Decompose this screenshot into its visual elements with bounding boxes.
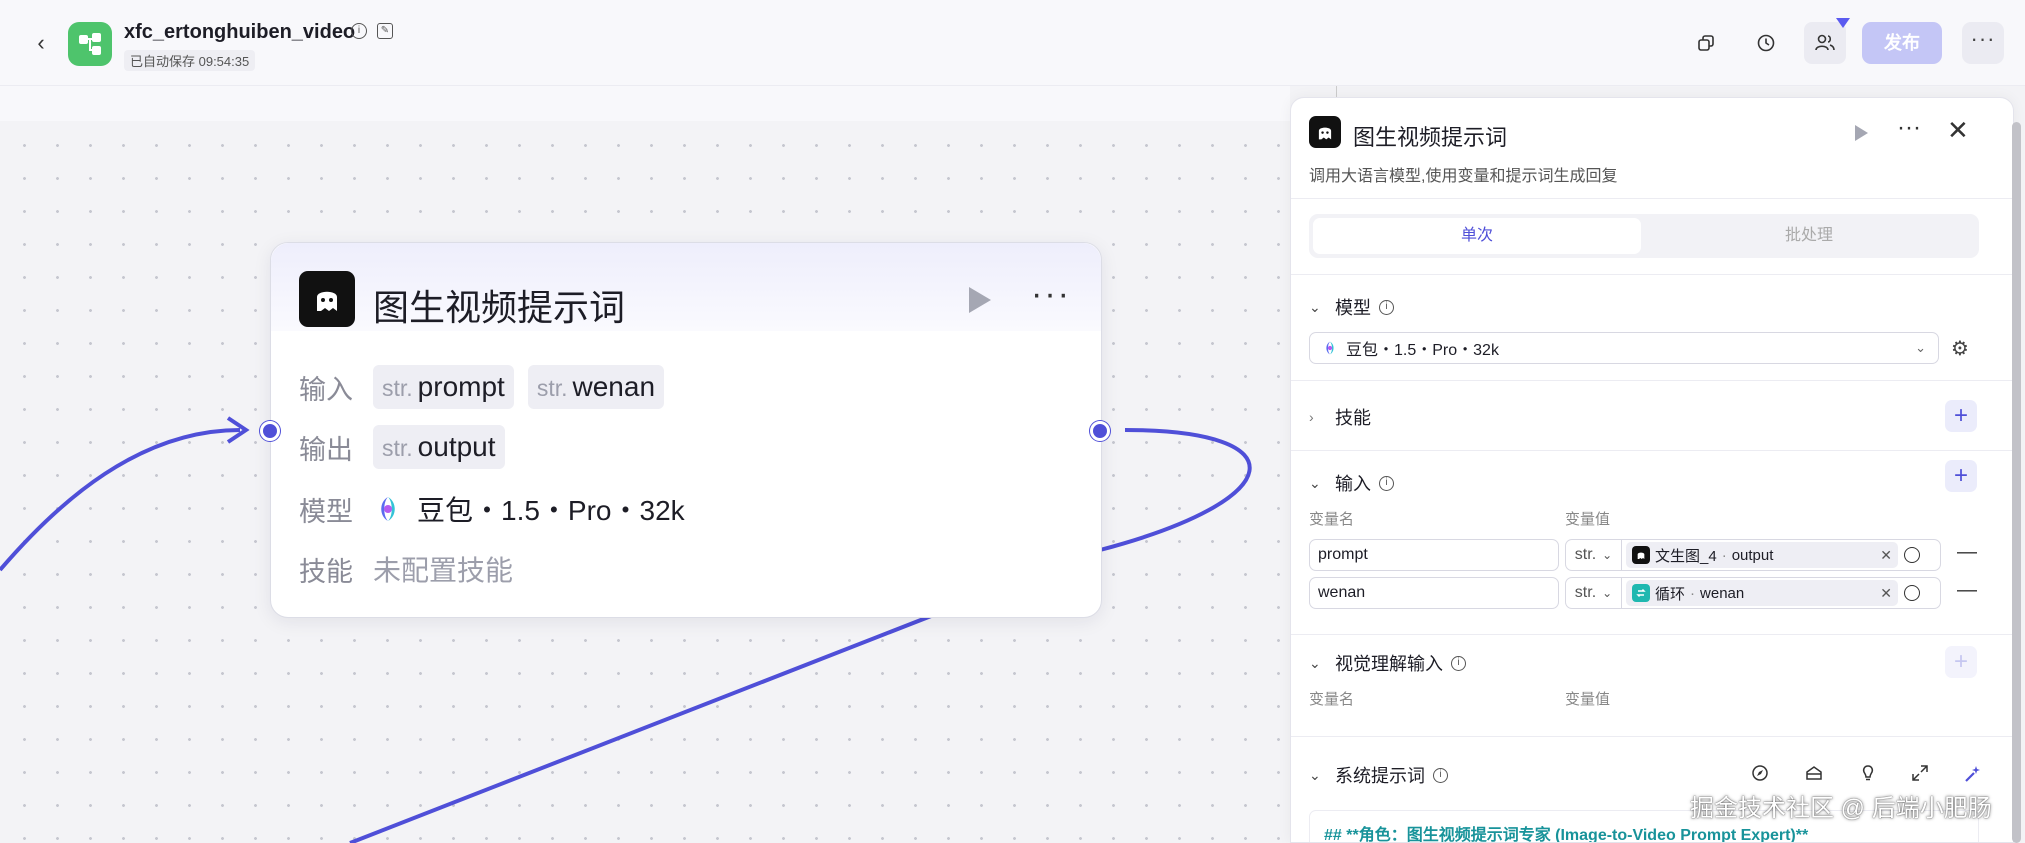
llm-node-card[interactable]: 图生视频提示词 ··· 输入 str. prompt str. wenan 输出 s… xyxy=(270,242,1102,618)
var-name-input[interactable]: wenan xyxy=(1309,577,1559,609)
remove-input-button[interactable]: — xyxy=(1957,541,1977,564)
input-port[interactable] xyxy=(260,421,280,441)
visual-section-header[interactable]: ⌄ 视觉理解输入 i xyxy=(1309,650,1466,676)
visual-value-header: 变量值 xyxy=(1565,691,1611,708)
input-label: 输入 xyxy=(299,374,353,405)
add-input-button[interactable]: + xyxy=(1945,460,1977,492)
node-more-icon[interactable]: ··· xyxy=(1031,275,1071,314)
more-options-button[interactable]: ··· xyxy=(1962,22,2004,64)
incoming-edge xyxy=(0,428,241,572)
panel-description: 调用大语言模型,使用变量和提示词生成回复 xyxy=(1309,168,1618,185)
remove-input-button[interactable]: — xyxy=(1957,579,1977,602)
type-select[interactable]: str. ⌄ xyxy=(1566,540,1622,570)
chevron-down-icon: ⌄ xyxy=(1602,586,1613,600)
tab-single[interactable]: 单次 xyxy=(1313,218,1641,254)
skill-label: 技能 xyxy=(299,556,353,587)
node-title: 图生视频提示词 xyxy=(373,287,626,328)
ref-chip: 文生图_4 · output ✕ xyxy=(1626,542,1898,568)
chevron-down-icon: ⌄ xyxy=(1309,654,1321,671)
var-name-header: 变量名 xyxy=(1309,511,1355,528)
copy-button[interactable] xyxy=(1688,25,1724,61)
model-label: 模型 xyxy=(299,496,353,527)
chevron-right-icon: › xyxy=(1309,409,1314,425)
ghost-icon xyxy=(1632,546,1650,564)
ghost-icon xyxy=(299,271,355,327)
divider xyxy=(1291,450,2013,451)
model-section-header[interactable]: ⌄ 模型 i xyxy=(1309,294,1394,320)
remove-ref-icon[interactable]: ✕ xyxy=(1880,547,1892,564)
output-tag: str. output xyxy=(373,425,505,469)
users-icon xyxy=(1815,34,1835,51)
skill-section-header[interactable]: › 技能 xyxy=(1309,404,1371,430)
ai-sparkle-icon[interactable] xyxy=(1963,764,1983,789)
input-section-header[interactable]: ⌄ 输入 i xyxy=(1309,470,1394,496)
gear-icon[interactable]: ⚙ xyxy=(1951,336,1969,361)
chevron-down-icon: ⌄ xyxy=(1915,340,1926,355)
var-value-header: 变量值 xyxy=(1565,511,1611,528)
chevron-down-icon: ⌄ xyxy=(1309,766,1321,783)
target-icon[interactable] xyxy=(1904,585,1920,601)
skill-value: 未配置技能 xyxy=(373,555,514,586)
doubao-model-icon xyxy=(381,497,395,521)
target-icon[interactable] xyxy=(1904,547,1920,563)
divider xyxy=(1291,198,2013,199)
panel-scrollbar[interactable] xyxy=(2012,122,2021,843)
doubao-model-icon xyxy=(1326,341,1334,355)
info-icon[interactable]: i xyxy=(1379,299,1394,315)
var-value-ref[interactable]: str. ⌄ 文生图_4 · output ✕ xyxy=(1565,539,1941,571)
divider xyxy=(1291,380,2013,381)
input-tag: str. prompt xyxy=(373,365,514,409)
ghost-icon xyxy=(1309,116,1341,148)
visual-name-header: 变量名 xyxy=(1309,691,1355,708)
info-icon[interactable]: i xyxy=(1451,655,1466,671)
system-prompt-section-header[interactable]: ⌄ 系统提示词 i xyxy=(1309,762,1448,788)
var-name-input[interactable]: prompt xyxy=(1309,539,1559,571)
premium-badge-icon xyxy=(1836,18,1850,28)
divider xyxy=(1291,274,2013,275)
input-tag: str. wenan xyxy=(527,365,665,409)
chevron-down-icon: ⌄ xyxy=(1309,474,1321,491)
run-icon[interactable] xyxy=(1855,125,1868,141)
tab-batch[interactable]: 批处理 xyxy=(1645,218,1973,254)
divider xyxy=(1291,634,2013,635)
divider xyxy=(1291,736,2013,737)
panel-more-icon[interactable]: ··· xyxy=(1897,114,1921,142)
library-icon[interactable] xyxy=(1805,764,1823,787)
expand-icon[interactable] xyxy=(1911,764,1929,787)
mode-tabs: 单次 批处理 xyxy=(1309,214,1979,258)
type-select[interactable]: str. ⌄ xyxy=(1566,578,1622,608)
add-visual-input-button[interactable]: + xyxy=(1945,646,1977,678)
info-icon[interactable]: i xyxy=(1433,767,1448,783)
var-value-ref[interactable]: str. ⌄ 循环 · wenan ✕ xyxy=(1565,577,1941,609)
node-config-panel: 图生视频提示词 ··· ✕ 调用大语言模型,使用变量和提示词生成回复 单次 批处… xyxy=(1290,97,2014,843)
model-select[interactable]: 豆包・1.5・Pro・32k ⌄ xyxy=(1309,332,1939,364)
run-node-icon[interactable] xyxy=(969,287,991,313)
output-label: 输出 xyxy=(299,434,353,465)
chevron-down-icon: ⌄ xyxy=(1602,548,1613,562)
collaborators-button[interactable] xyxy=(1804,18,1850,64)
model-value: 豆包・1.5・Pro・32k xyxy=(417,495,685,526)
info-icon[interactable]: i xyxy=(1379,475,1394,491)
ref-chip: 循环 · wenan ✕ xyxy=(1626,580,1898,606)
history-button[interactable] xyxy=(1748,25,1784,61)
panel-title: 图生视频提示词 xyxy=(1353,125,1508,150)
compass-icon[interactable] xyxy=(1751,764,1769,787)
lightbulb-icon[interactable] xyxy=(1859,764,1877,787)
loop-icon xyxy=(1632,584,1650,602)
output-port[interactable] xyxy=(1090,421,1110,441)
remove-ref-icon[interactable]: ✕ xyxy=(1880,585,1892,602)
add-skill-button[interactable]: + xyxy=(1945,400,1977,432)
watermark-text: 掘金技术社区 @ 后端小肥肠 xyxy=(1690,795,1992,822)
copy-icon xyxy=(1698,35,1714,51)
chevron-down-icon: ⌄ xyxy=(1309,298,1321,315)
history-icon xyxy=(1757,34,1775,52)
publish-button[interactable]: 发布 xyxy=(1862,22,1942,64)
close-icon[interactable]: ✕ xyxy=(1947,115,1969,146)
